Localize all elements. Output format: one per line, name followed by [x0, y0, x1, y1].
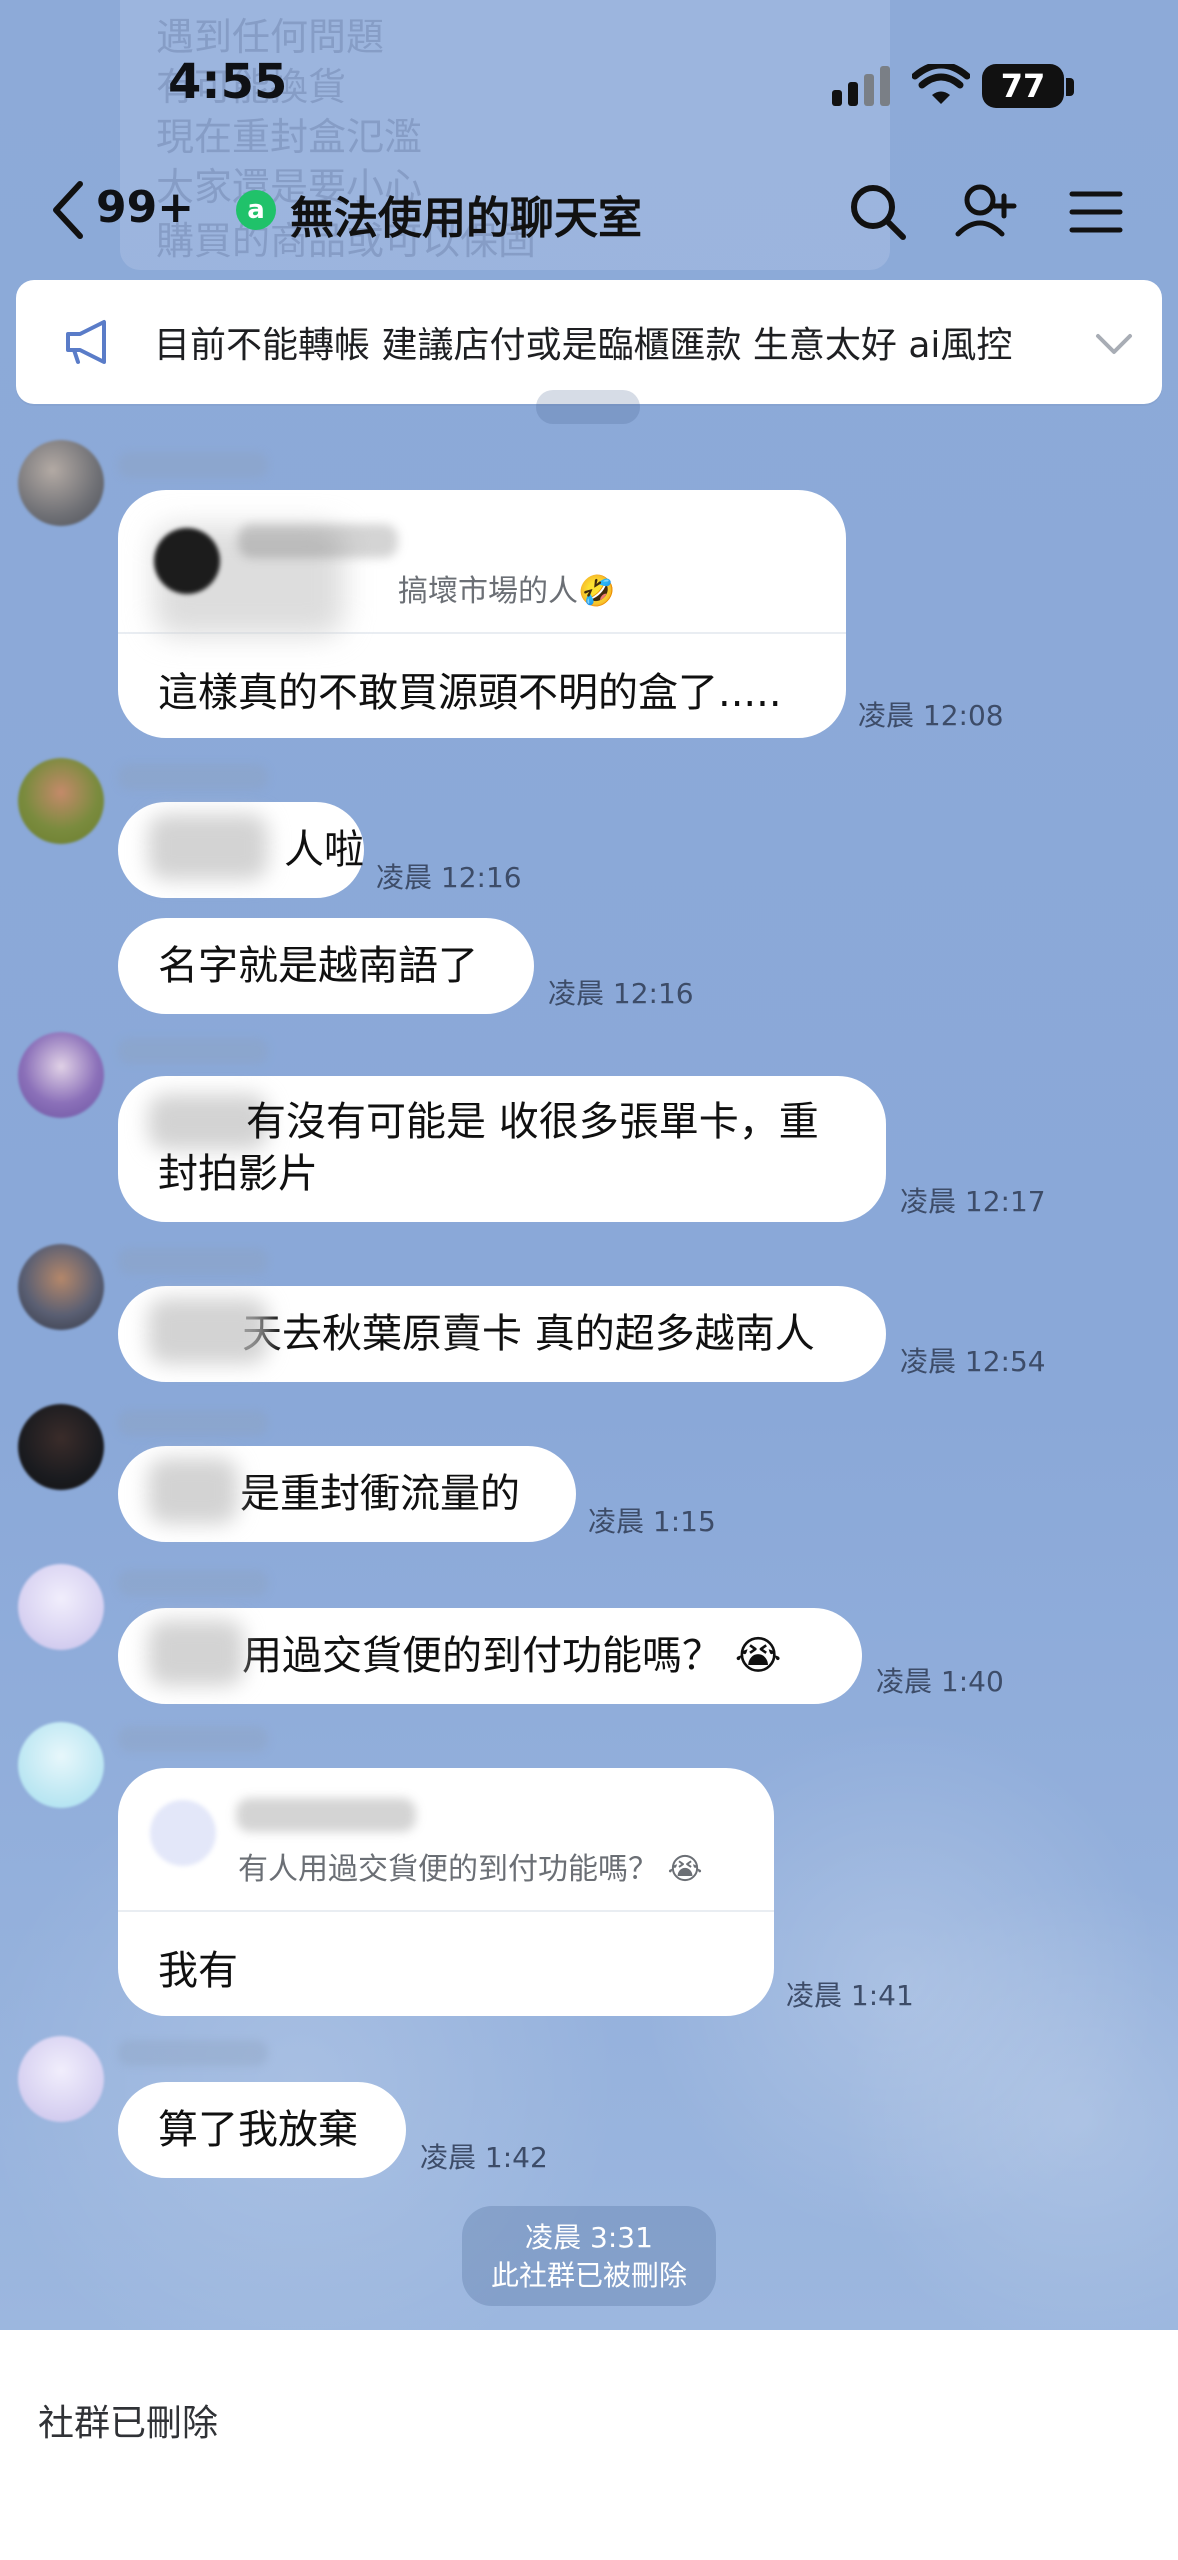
date-pill	[536, 390, 640, 424]
megaphone-icon	[66, 320, 106, 364]
battery-indicator: 77	[982, 64, 1064, 108]
wifi-icon	[912, 64, 970, 104]
search-icon[interactable]	[842, 176, 914, 248]
system-text: 此社群已被刪除	[490, 2259, 687, 2292]
system-time: 凌晨 3:31	[525, 2221, 653, 2254]
add-friend-icon[interactable]	[950, 176, 1022, 248]
sender-name	[118, 764, 268, 790]
message-bubble[interactable]: 是重封衝流量的	[118, 1446, 576, 1542]
message-text: 算了我放棄	[158, 2107, 358, 2153]
blurred-content	[148, 814, 268, 880]
avatar[interactable]	[18, 1564, 104, 1650]
avatar[interactable]	[18, 1404, 104, 1490]
menu-icon[interactable]	[1060, 176, 1132, 248]
message-time: 凌晨 1:42	[420, 2141, 548, 2174]
sender-name	[118, 1410, 268, 1436]
reply-message-bubble[interactable]: 有人用過交貨便的到付功能嗎？ 😭 我有	[118, 1768, 774, 2016]
reply-snippet: 搞壞市場的人🤣	[398, 574, 616, 609]
reply-preview[interactable]: 有人用過交貨便的到付功能嗎？ 😭	[118, 1768, 774, 1912]
community-deleted-text: 社群已刪除	[38, 2403, 219, 2444]
chat-room-title[interactable]: 無法使用的聊天室	[290, 182, 642, 246]
reply-preview[interactable]: 搞壞市場的人🤣	[118, 490, 846, 636]
avatar[interactable]	[18, 1722, 104, 1808]
avatar[interactable]	[18, 758, 104, 844]
reply-sender-name	[238, 524, 398, 558]
message-bubble[interactable]: 人啦	[118, 802, 364, 898]
message-bubble[interactable]: 算了我放棄	[118, 2082, 406, 2178]
sender-name	[118, 2040, 268, 2066]
announcement-text: 目前不能轉帳 建議店付或是臨櫃匯款 生意太好 ai風控	[154, 325, 1013, 366]
avatar[interactable]	[18, 1032, 104, 1118]
announcement-banner[interactable]: 目前不能轉帳 建議店付或是臨櫃匯款 生意太好 ai風控	[16, 280, 1162, 404]
avatar[interactable]	[18, 440, 104, 526]
status-time: 4:55	[168, 54, 288, 110]
sender-name	[118, 1726, 268, 1752]
message-time: 凌晨 12:08	[858, 699, 1004, 732]
message-bubble[interactable]: 名字就是越南語了	[118, 918, 534, 1014]
sender-name	[118, 1570, 268, 1596]
message-text: 我有	[158, 1948, 238, 1994]
sender-name	[118, 1248, 268, 1274]
openchat-icon: a	[236, 190, 276, 230]
reply-sender-name	[236, 1798, 416, 1832]
unread-count[interactable]: 99+	[96, 182, 194, 233]
blurred-content	[148, 1620, 244, 1686]
message-time: 凌晨 12:16	[548, 977, 694, 1010]
footer-notice: 社群已刪除	[0, 2330, 1178, 2560]
message-text: 這樣真的不敢買源頭不明的盒了.....	[158, 670, 782, 716]
message-bubble[interactable]: 天去秋葉原賣卡 真的超多越南人	[118, 1286, 886, 1382]
sender-name	[118, 452, 268, 478]
message-time: 凌晨 12:16	[376, 861, 522, 894]
message-bubble[interactable]: 有沒有可能是 收很多張單卡，重 封拍影片	[118, 1076, 886, 1222]
battery-cap	[1066, 78, 1074, 96]
battery-level: 77	[1000, 67, 1046, 105]
message-time: 凌晨 12:17	[900, 1185, 1046, 1218]
reply-avatar	[150, 1800, 216, 1866]
message-time: 凌晨 1:41	[786, 1979, 914, 2012]
message-bubble[interactable]: 用過交貨便的到付功能嗎？ 😭	[118, 1608, 862, 1704]
system-message: 凌晨 3:31 此社群已被刪除	[462, 2206, 716, 2306]
sender-name	[118, 1038, 268, 1064]
message-text: 有沒有可能是 收很多張單卡，重	[246, 1099, 819, 1145]
message-time: 凌晨 12:54	[900, 1345, 1046, 1378]
reply-avatar	[154, 528, 220, 594]
avatar[interactable]	[18, 2036, 104, 2122]
reply-message-bubble[interactable]: 搞壞市場的人🤣 這樣真的不敢買源頭不明的盒了.....	[118, 490, 846, 738]
back-arrow-icon[interactable]	[44, 176, 92, 244]
avatar[interactable]	[18, 1244, 104, 1330]
blurred-content	[148, 1458, 238, 1524]
message-time: 凌晨 1:15	[588, 1505, 716, 1538]
chevron-down-icon[interactable]	[1090, 324, 1138, 364]
message-text: 名字就是越南語了	[158, 943, 478, 989]
message-time: 凌晨 1:40	[876, 1665, 1004, 1698]
message-text: 封拍影片	[158, 1151, 318, 1197]
reply-snippet: 有人用過交貨便的到付功能嗎？ 😭	[238, 1852, 703, 1887]
blurred-content	[148, 1298, 268, 1364]
openchat-glyph: a	[247, 195, 265, 225]
ghost-line: 遇到任何問題	[156, 15, 385, 59]
cellular-signal-icon	[832, 66, 890, 106]
ghost-line: 現在重封盒氾濫	[156, 115, 423, 159]
